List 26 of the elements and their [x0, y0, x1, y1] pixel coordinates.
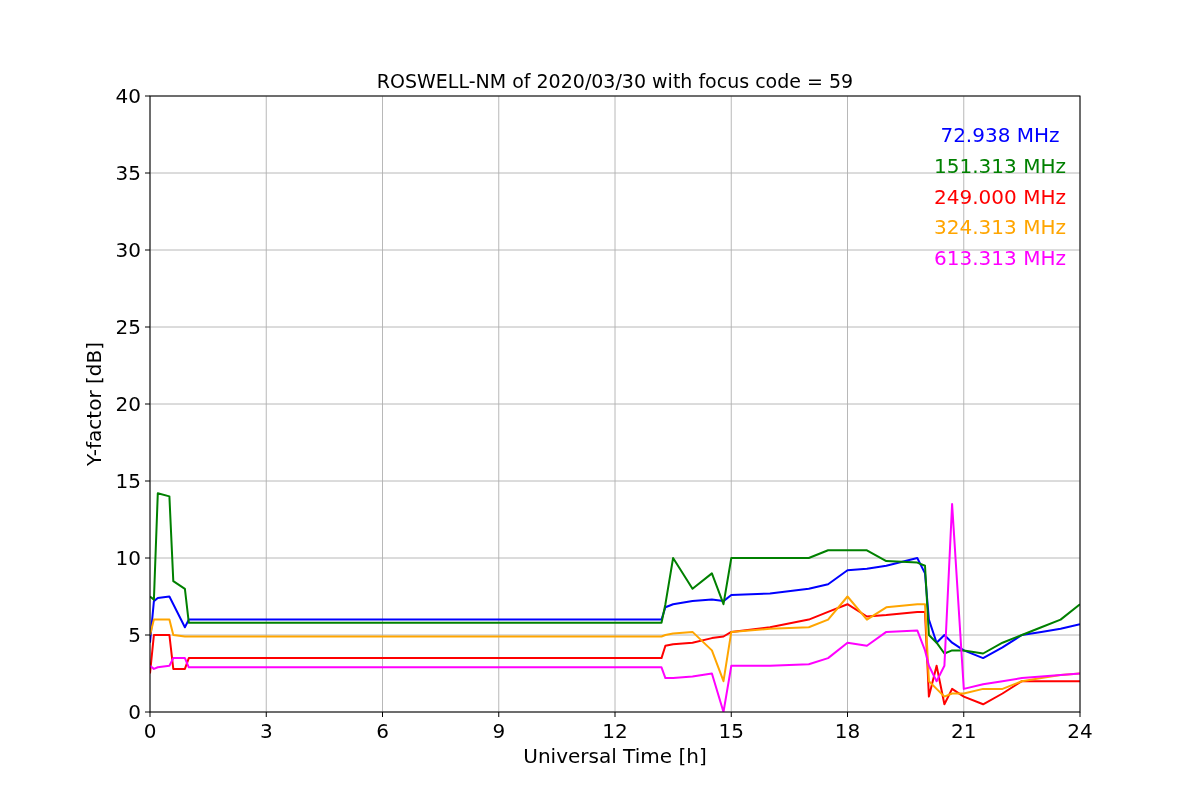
y-axis-label: Y-factor [dB]: [82, 342, 106, 466]
tick-label: 40: [115, 84, 141, 108]
tick-label: 9: [492, 719, 506, 743]
legend-label: 249.000 MHz: [934, 184, 1066, 209]
tick-label: 21: [951, 719, 977, 743]
legend-label: 324.313 MHz: [934, 215, 1066, 240]
chart-title: ROSWELL-NM of 2020/03/30 with focus code = 59: [376, 70, 854, 92]
tick-label: 5: [128, 623, 141, 647]
tick-label: 3: [259, 719, 273, 743]
tick-label: 0: [128, 700, 141, 724]
tick-label: 25: [115, 315, 141, 339]
tick-label: 10: [115, 546, 141, 570]
tick-label: 20: [115, 392, 141, 416]
tick-label: 35: [115, 161, 141, 185]
tick-label: 15: [115, 469, 141, 493]
tick-label: 30: [115, 238, 141, 262]
legend-label: 613.313 MHz: [934, 246, 1066, 271]
tick-label: 12: [602, 719, 628, 743]
tick-label: 0: [143, 719, 157, 743]
tick-label: 18: [834, 719, 861, 743]
legend-label: 151.313 MHz: [934, 153, 1066, 178]
tick-label: 15: [718, 719, 744, 743]
legend-label: 72.938 MHz: [940, 123, 1060, 147]
x-axis-label: Universal Time [h]: [523, 744, 707, 768]
tick-label: 6: [376, 719, 389, 743]
tick-label: 24: [1067, 719, 1093, 743]
